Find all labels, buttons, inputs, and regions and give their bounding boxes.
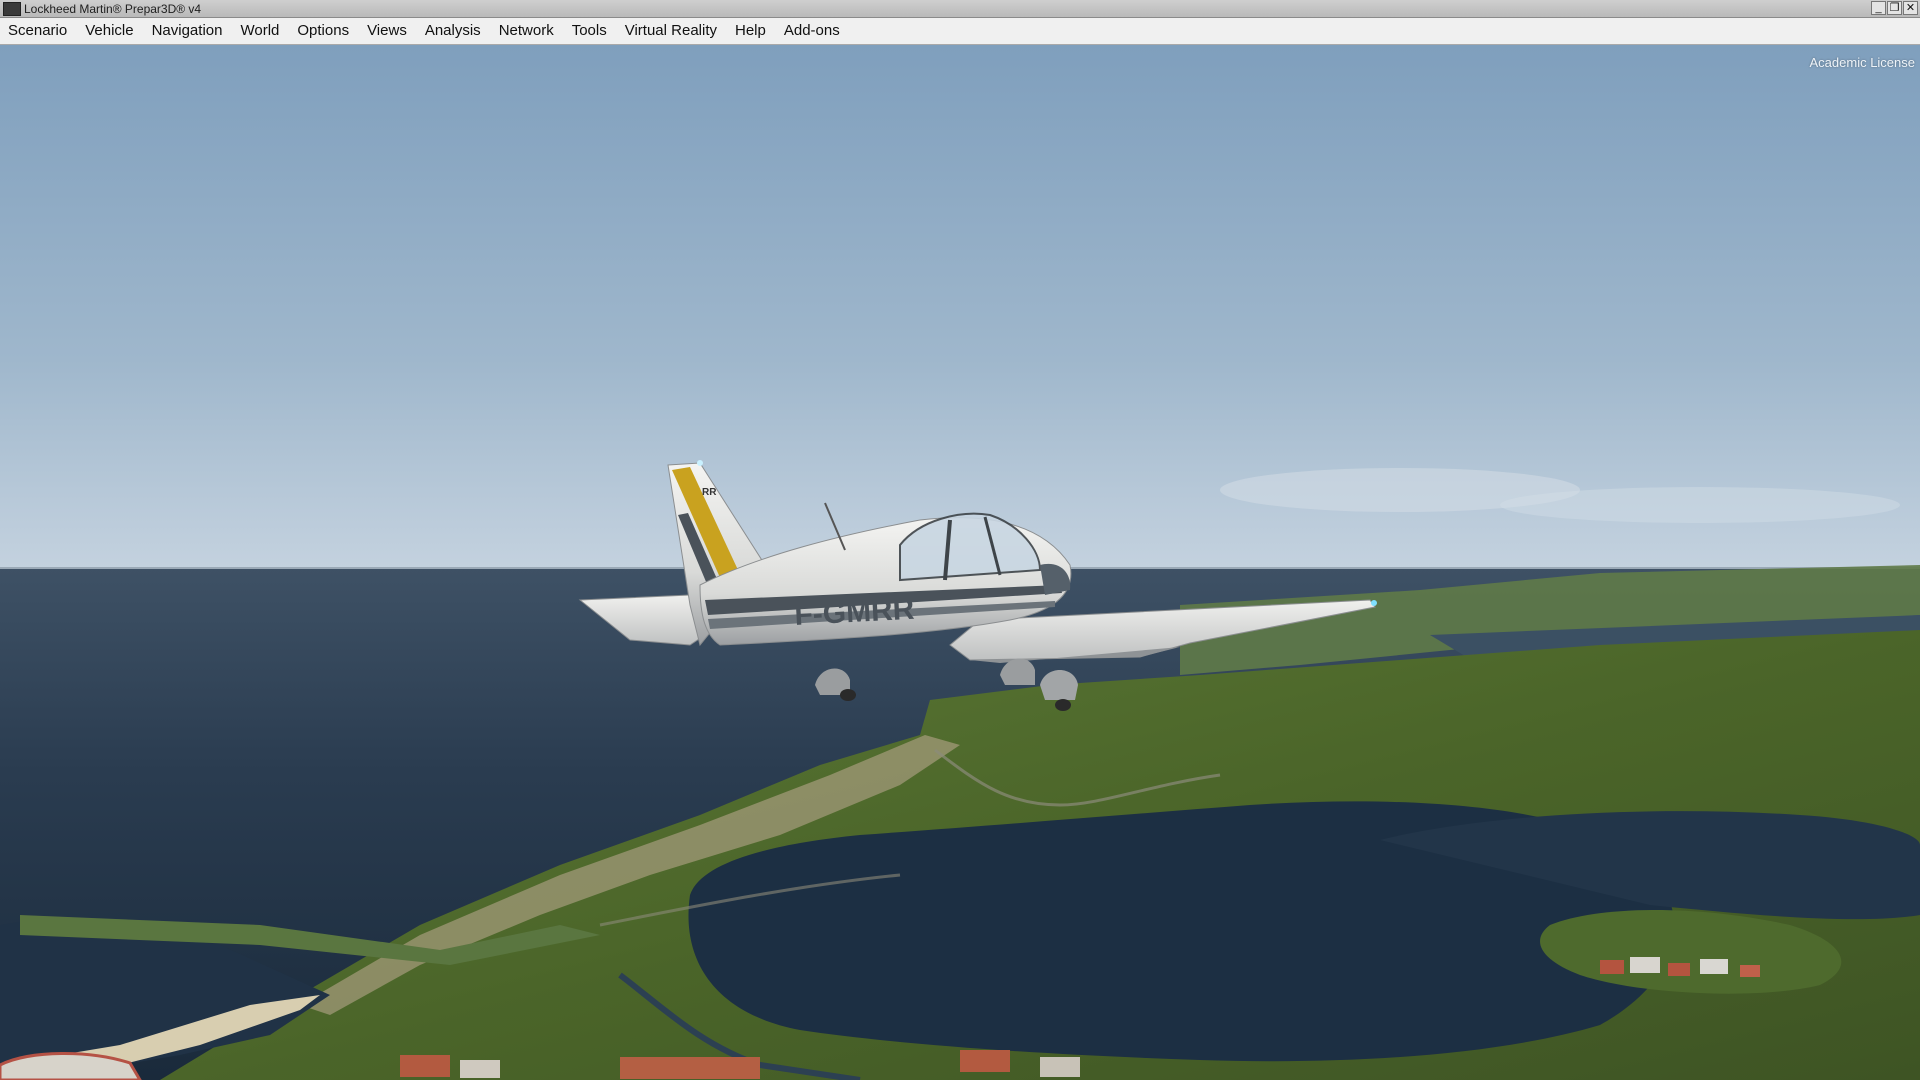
menu-analysis[interactable]: Analysis	[417, 18, 491, 44]
aircraft-registration: F-GMRR	[794, 593, 916, 632]
menu-navigation[interactable]: Navigation	[144, 18, 233, 44]
menu-bar: Scenario Vehicle Navigation World Option…	[0, 18, 1920, 45]
menu-add-ons[interactable]: Add-ons	[776, 18, 850, 44]
menu-help[interactable]: Help	[727, 18, 776, 44]
window-controls: _ ❐ ✕	[1871, 1, 1918, 15]
menu-scenario[interactable]: Scenario	[0, 18, 77, 44]
menu-vehicle[interactable]: Vehicle	[77, 18, 143, 44]
app-icon	[3, 1, 21, 16]
minimize-button[interactable]: _	[1871, 1, 1886, 15]
menu-network[interactable]: Network	[491, 18, 564, 44]
window-titlebar: Lockheed Martin® Prepar3D® v4 _ ❐ ✕	[0, 0, 1920, 18]
menu-virtual-reality[interactable]: Virtual Reality	[617, 18, 727, 44]
wingtip-light	[1371, 600, 1377, 606]
fin-code: RR	[702, 487, 717, 498]
menu-world[interactable]: World	[232, 18, 289, 44]
restore-button[interactable]: ❐	[1887, 1, 1902, 15]
license-label: Academic License	[1809, 55, 1916, 70]
close-button[interactable]: ✕	[1903, 1, 1918, 15]
simulator-viewport[interactable]: F-GMRR RR	[0, 45, 1920, 1080]
menu-tools[interactable]: Tools	[564, 18, 617, 44]
menu-views[interactable]: Views	[359, 18, 417, 44]
window-title: Lockheed Martin® Prepar3D® v4	[24, 1, 202, 16]
haze-cloud	[1500, 487, 1900, 523]
menu-options[interactable]: Options	[289, 18, 359, 44]
scene: F-GMRR RR	[0, 45, 1920, 1080]
tail-light	[697, 460, 703, 466]
